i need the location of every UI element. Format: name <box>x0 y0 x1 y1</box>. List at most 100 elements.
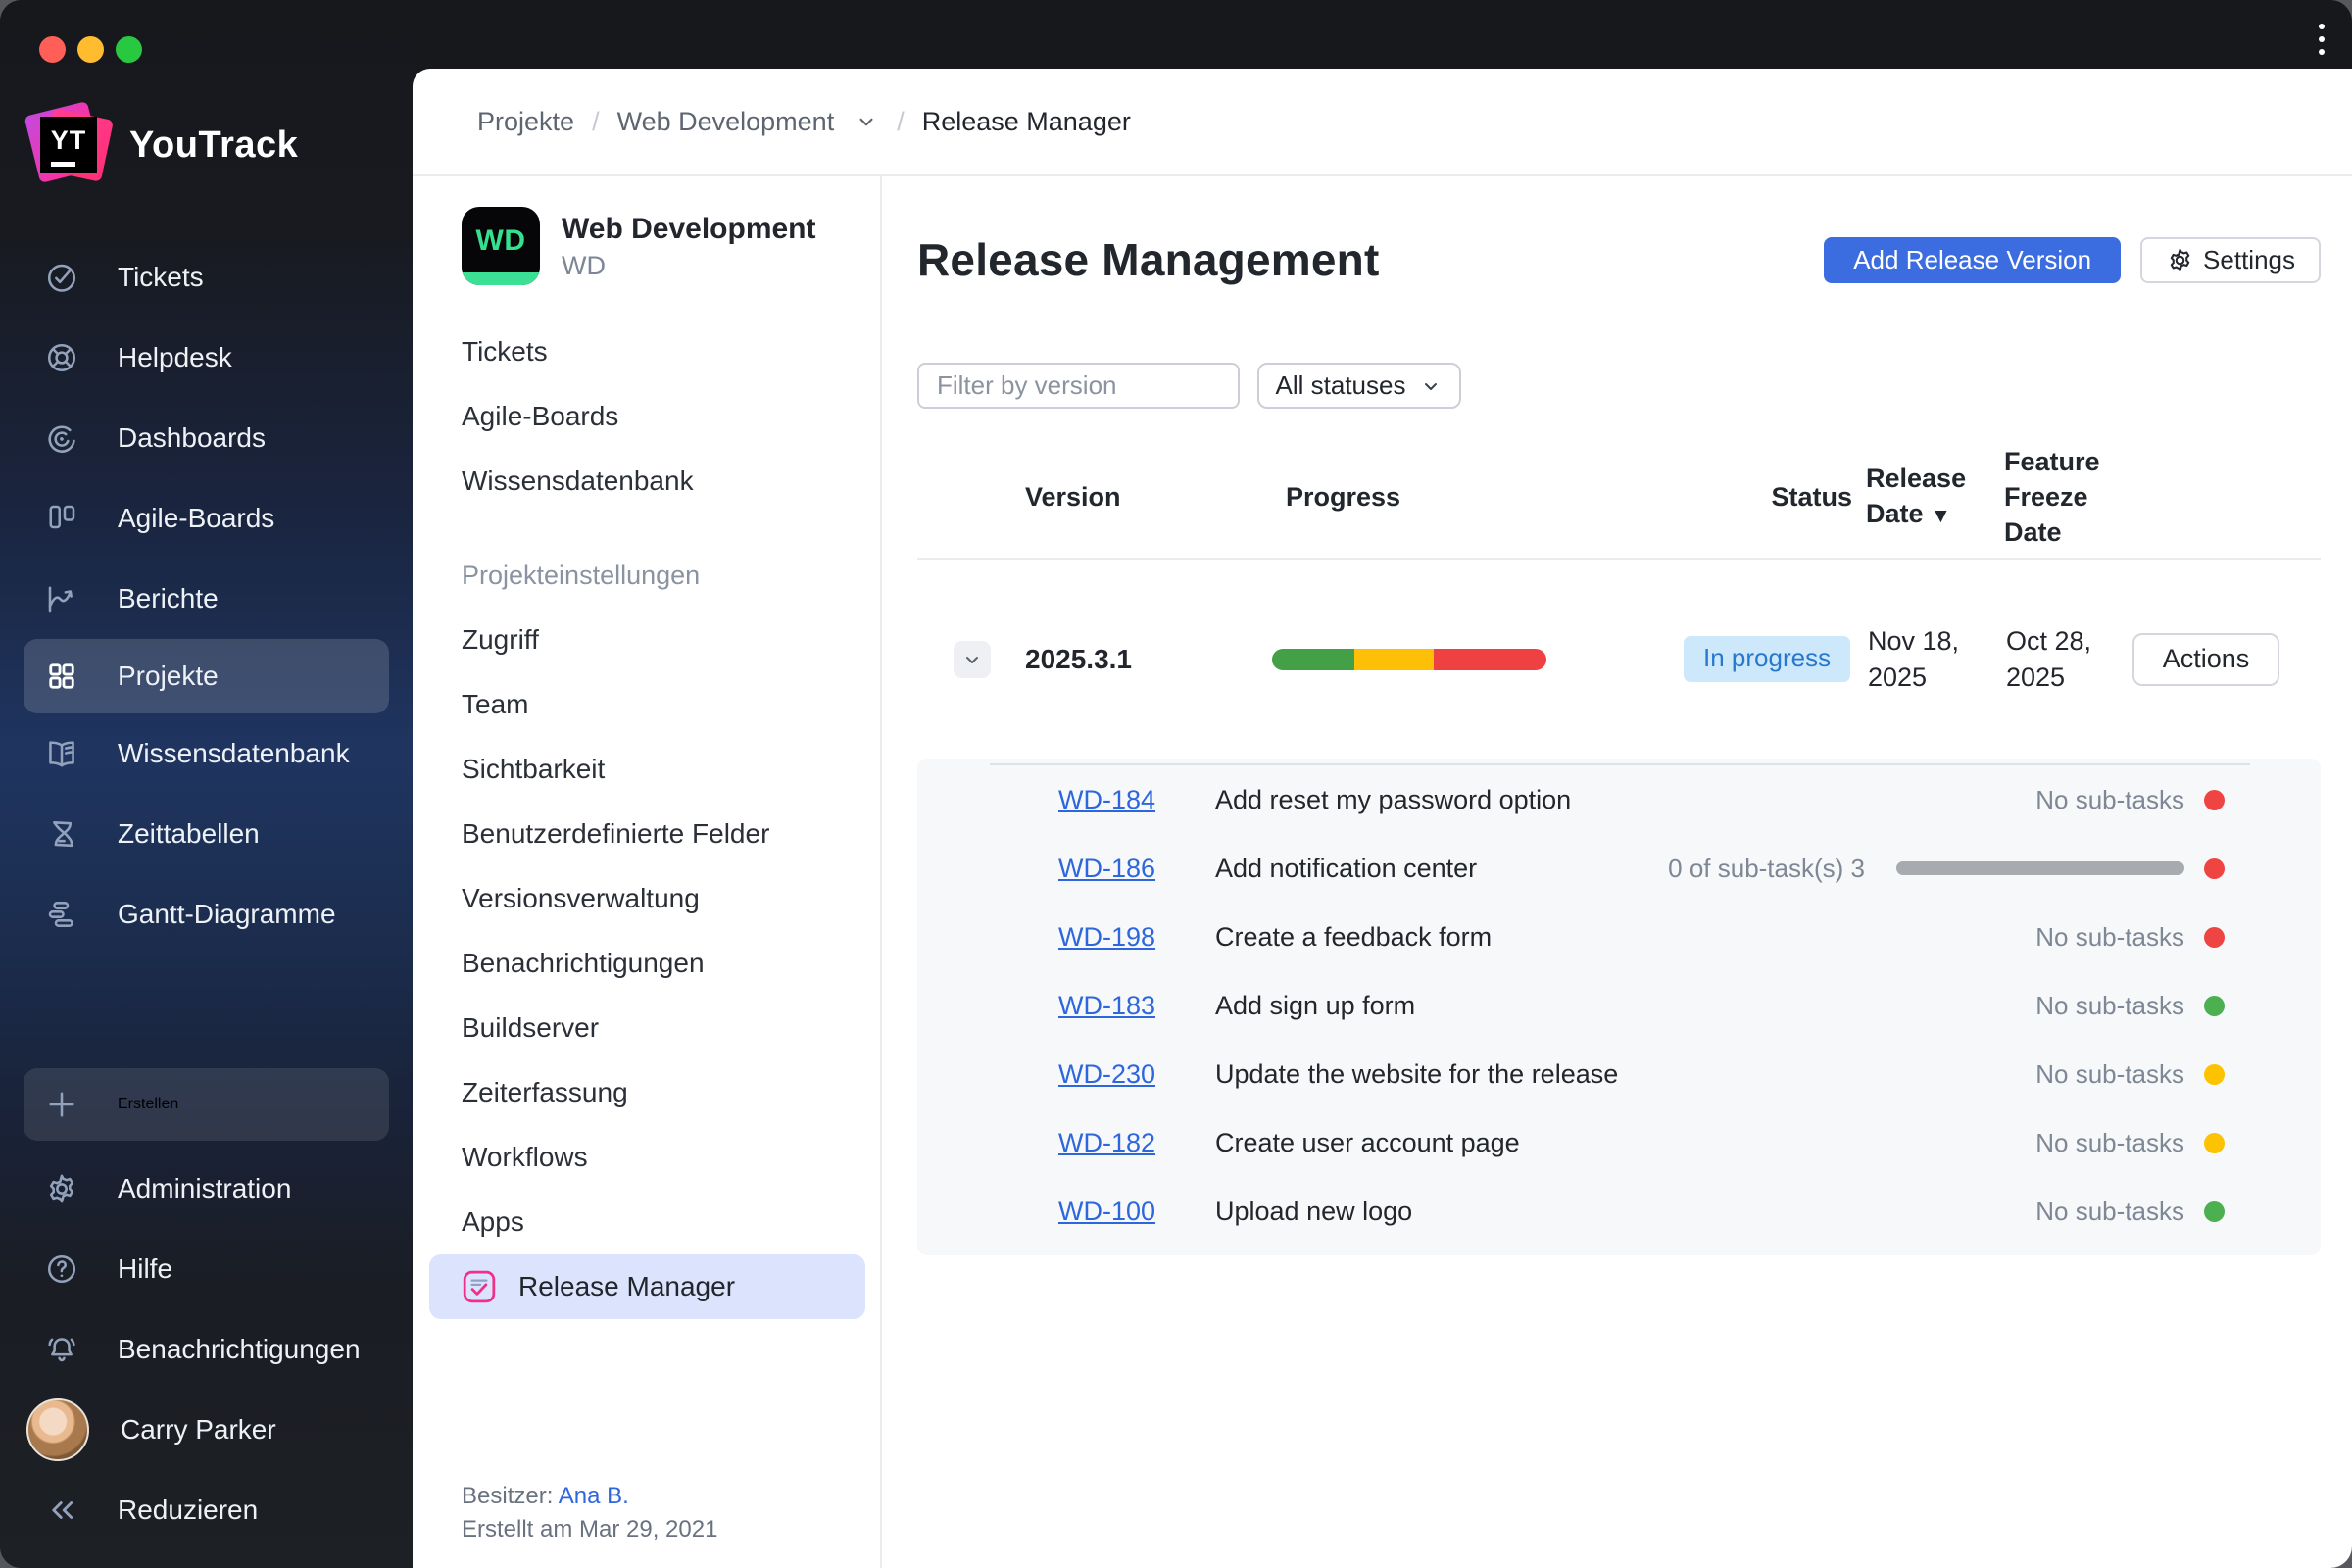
titlebar <box>413 0 2352 69</box>
project-key: WD <box>562 251 606 280</box>
sidebar-item-user[interactable]: Carry Parker <box>0 1390 413 1470</box>
issue-title: Update the website for the release <box>1215 1058 1619 1089</box>
settings-item-zugriff[interactable]: Zugriff <box>462 608 880 672</box>
subtask-count: No sub-tasks <box>2035 990 2184 1020</box>
book-icon <box>43 735 80 772</box>
breadcrumb-current: Release Manager <box>921 106 1131 136</box>
sidebar-item-helpdesk[interactable]: Helpdesk <box>0 318 413 398</box>
brand-logo: YT YouTrack <box>0 0 413 192</box>
settings-item-team[interactable]: Team <box>462 672 880 737</box>
expand-row-button[interactable] <box>954 640 991 678</box>
subtask-row: WD-230 Update the website for the releas… <box>990 1040 2250 1108</box>
check-circle-icon <box>43 259 80 296</box>
status-dot <box>2204 1132 2225 1153</box>
settings-item-release-manager[interactable]: Release Manager <box>429 1254 865 1319</box>
owner-label: Besitzer: <box>462 1483 554 1509</box>
owner-link[interactable]: Ana B. <box>559 1483 629 1509</box>
create-button[interactable]: Erstellen <box>24 1068 389 1141</box>
status-dot <box>2204 995 2225 1016</box>
header-version: Version <box>1025 482 1121 512</box>
settings-item-zeiterfassung[interactable]: Zeiterfassung <box>462 1060 880 1125</box>
kebab-menu-icon[interactable] <box>2319 24 2325 55</box>
radar-icon <box>43 419 80 457</box>
subtask-row: WD-100 Upload new logo No sub-tasks <box>990 1177 2250 1246</box>
minimize-window-button[interactable] <box>77 36 104 63</box>
project-panel: WD Web Development WD Tickets Agile-Boar… <box>413 176 882 1568</box>
gear-icon <box>2170 248 2190 271</box>
help-icon <box>43 1250 80 1288</box>
sidebar-item-zeittabellen[interactable]: Zeittabellen <box>0 794 413 874</box>
settings-item-buildserver[interactable]: Buildserver <box>462 996 880 1060</box>
sidebar-item-projekte[interactable]: Projekte <box>24 639 389 713</box>
issue-link[interactable]: WD-182 <box>1058 1128 1155 1157</box>
filter-by-version-input[interactable] <box>917 363 1240 409</box>
gear-icon <box>43 1170 80 1207</box>
status-badge: In progress <box>1684 636 1851 682</box>
breadcrumb-project[interactable]: Web Development <box>617 107 835 137</box>
release-progress-bar <box>1272 648 1546 670</box>
sidebar-item-benachrichtigungen[interactable]: Benachrichtigungen <box>0 1309 413 1390</box>
issue-link[interactable]: WD-183 <box>1058 991 1155 1020</box>
subtask-count: No sub-tasks <box>2035 1196 2184 1226</box>
status-dot <box>2204 1063 2225 1085</box>
created-date: Erstellt am Mar 29, 2021 <box>462 1516 718 1543</box>
close-window-button[interactable] <box>39 36 66 63</box>
status-dot <box>2204 789 2225 810</box>
issue-link[interactable]: WD-230 <box>1058 1059 1155 1089</box>
main-content: Release Management Add Release Version S… <box>882 176 2352 1568</box>
actions-button[interactable]: Actions <box>2132 632 2279 686</box>
status-dot <box>2204 1200 2225 1222</box>
subtask-row: WD-184 Add reset my password option No s… <box>990 765 2250 834</box>
youtrack-logo-icon: YT <box>24 101 114 184</box>
status-dot <box>2204 926 2225 948</box>
status-filter-select[interactable]: All statuses <box>1257 363 1461 409</box>
collapse-chevrons-icon <box>43 1492 80 1529</box>
chevron-down-icon[interactable] <box>854 109 879 134</box>
subtasks-panel: WD-184 Add reset my password option No s… <box>917 759 2321 1255</box>
breadcrumb-projekte[interactable]: Projekte <box>477 107 574 137</box>
sidebar-item-gantt-diagramme[interactable]: Gantt-Diagramme <box>0 874 413 955</box>
subtask-count: 0 of sub-task(s) 3 <box>1668 853 1865 883</box>
lifebuoy-icon <box>43 339 80 376</box>
issue-title: Upload new logo <box>1215 1196 1413 1226</box>
settings-item-workflows[interactable]: Workflows <box>462 1125 880 1190</box>
hourglass-icon <box>43 815 80 853</box>
breadcrumb: Projekte / Web Development / Release Man… <box>413 69 2352 176</box>
header-freeze-date: Feature Freeze Date <box>2004 447 2100 547</box>
project-header: WD Web Development WD <box>462 204 880 288</box>
brand-name: YouTrack <box>129 123 299 166</box>
subtask-count: No sub-tasks <box>2035 784 2184 814</box>
issue-link[interactable]: WD-100 <box>1058 1197 1155 1226</box>
add-release-version-button[interactable]: Add Release Version <box>1824 236 2122 283</box>
subtask-row: WD-186 Add notification center 0 of sub-… <box>990 834 2250 903</box>
header-status: Status <box>1771 482 1852 512</box>
issue-link[interactable]: WD-184 <box>1058 785 1155 814</box>
settings-item-apps[interactable]: Apps <box>462 1190 880 1254</box>
chevron-down-icon <box>966 656 978 663</box>
plus-icon <box>43 1086 80 1123</box>
settings-item-benachrichtigungen[interactable]: Benachrichtigungen <box>462 931 880 996</box>
sidebar-item-tickets[interactable]: Tickets <box>0 237 413 318</box>
settings-button[interactable]: Settings <box>2140 236 2321 283</box>
zoom-window-button[interactable] <box>116 36 142 63</box>
version-number: 2025.3.1 <box>1025 643 1132 674</box>
sidebar-item-berichte[interactable]: Berichte <box>0 559 413 639</box>
sidebar-item-administration[interactable]: Administration <box>0 1149 413 1229</box>
project-avatar: WD <box>462 207 540 285</box>
settings-item-benutzerdefinierte-felder[interactable]: Benutzerdefinierte Felder <box>462 802 880 866</box>
sidebar-item-dashboards[interactable]: Dashboards <box>0 398 413 478</box>
sidebar-item-agile-boards[interactable]: Agile-Boards <box>0 478 413 559</box>
sidebar-item-wissensdatenbank[interactable]: Wissensdatenbank <box>0 713 413 794</box>
project-nav-wissensdatenbank[interactable]: Wissensdatenbank <box>462 449 880 514</box>
settings-item-versionsverwaltung[interactable]: Versionsverwaltung <box>462 866 880 931</box>
issue-link[interactable]: WD-186 <box>1058 854 1155 883</box>
settings-item-sichtbarkeit[interactable]: Sichtbarkeit <box>462 737 880 802</box>
issue-link[interactable]: WD-198 <box>1058 922 1155 952</box>
status-dot <box>2204 858 2225 879</box>
header-release-date[interactable]: Release Date ▼ <box>1852 461 1990 534</box>
sidebar-item-collapse[interactable]: Reduzieren <box>0 1470 413 1550</box>
project-nav-agile-boards[interactable]: Agile-Boards <box>462 384 880 449</box>
grid-icon <box>43 658 80 695</box>
project-nav-tickets[interactable]: Tickets <box>462 319 880 384</box>
sidebar-item-hilfe[interactable]: Hilfe <box>0 1229 413 1309</box>
